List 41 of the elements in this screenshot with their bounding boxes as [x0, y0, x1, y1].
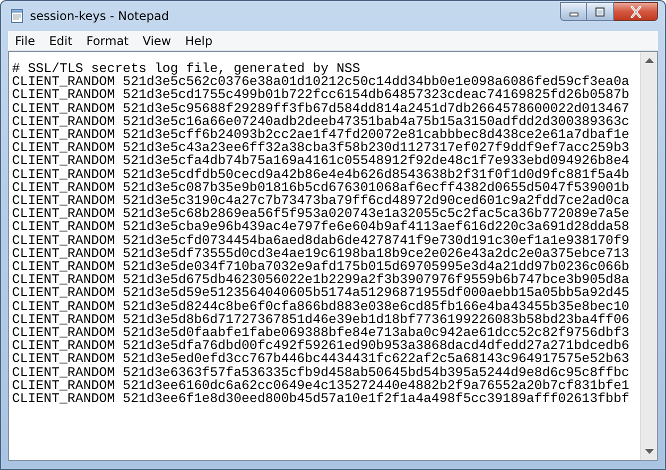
menu-item[interactable]: Help: [178, 34, 220, 48]
text-line: CLIENT_RANDOM 521d3e5cd1755c499b01b722fcc6154db64857323cdeac74169825fd26b0587b: [12, 88, 630, 102]
text-line: CLIENT_RANDOM 521d3e5d675db4623056022e1b2299a2f3b3907976f9559b6b747bce3b905d8a: [12, 273, 630, 286]
text-line: CLIENT_RANDOM 521d3e5cdfdb50cecd9a42b86e4e4b626d8543638b2f31f0f1d0d9fc881f5a4b: [12, 168, 630, 181]
vertical-scrollbar[interactable]: [640, 52, 657, 460]
text-line: CLIENT_RANDOM 521d3e5c562c0376e38a01d10212c50c14dd34bb0e1e098a6086fed59cf3ea0a: [12, 75, 630, 88]
notepad-icon: [9, 8, 25, 24]
close-button[interactable]: [614, 2, 658, 21]
text-line: CLIENT_RANDOM 521d3e5c43a23ee6ff32a38cba3f58b230d1127317ef027f9ddf9ef7acc259b3: [12, 141, 630, 154]
text-line: CLIENT_RANDOM 521d3e5cfa4db74b75a169a4161c05548912f92de48c1f7e933ebd094926b8e4: [12, 154, 630, 168]
scroll-down-icon[interactable]: [644, 449, 654, 455]
text-line: CLIENT_RANDOM 521d3e5c3190c4a27c7b73473ba79ff6cd48972d90ced601c9a2fdd7ce2ad0ca: [12, 194, 630, 208]
scroll-up-icon[interactable]: [644, 57, 654, 63]
text-line: CLIENT_RANDOM 521d3e5d8b6d71727367851d46e39eb1d18bf7736199226083b58bd23ba4ff06: [12, 312, 630, 326]
text-line: CLIENT_RANDOM 521d3e6363f57fa536335cfb9d458ab50645bd54b395a5244d9e8d6c95c8ffbc: [12, 366, 630, 379]
maximize-button[interactable]: [587, 2, 614, 21]
menu-item[interactable]: Edit: [42, 34, 80, 48]
text-line: CLIENT_RANDOM 521d3e5c95688f29289ff3fb67d584dd814a2451d7db2664578600022d013467: [12, 102, 630, 115]
text-line: CLIENT_RANDOM 521d3e5cff6b24093b2cc2ae1f47fd20072e81cabbbec8d438ce2e61a7dbaf1e: [12, 128, 630, 142]
menu-item[interactable]: View: [136, 34, 178, 48]
text-line: CLIENT_RANDOM 521d3e5d8244c8be6f0cfa866bd883e038e6cd85fb166e4ba43455b35e8bec10: [12, 300, 630, 313]
text-line: CLIENT_RANDOM 521d3ee6f1e8d30eed800b45d57a10e1f2f1a4a498f5cc39189afff02613fbbf: [12, 392, 630, 406]
minimize-button[interactable]: [560, 2, 587, 21]
text-line: CLIENT_RANDOM 521d3e5cba9e96b439ac4e797fe6e604b9af4113aef616d220c3a691d28dda58: [12, 220, 630, 234]
menu-item[interactable]: File: [8, 34, 42, 48]
text-line: CLIENT_RANDOM 521d3e5d59e5123564040605b5174a51296871955df000aebb15a05bb5a92d45: [12, 286, 630, 300]
text-line: CLIENT_RANDOM 521d3e5cfd0734454ba6aed8dab6de4278741f9e730d191c30ef1a1e938170f9: [12, 234, 630, 247]
text-line: CLIENT_RANDOM 521d3ee6160dc6a62cc0649e4c135272440e4882b2f9a76552a20b7cf831bfe1: [12, 378, 630, 392]
window-title: session-keys - Notepad: [30, 9, 169, 23]
text-line: CLIENT_RANDOM 521d3e5c087b35e9b01816b5cd676301068af6ecff4382d0655d5047f539001b: [12, 180, 630, 194]
text-line: CLIENT_RANDOM 521d3e5dfa76dbd00fc492f59261ed90b953a3868dacd4dfedd27a271bdcedb6: [12, 339, 630, 352]
text-line: CLIENT_RANDOM 521d3e5ed0efd3cc767b446bc4434431fc622af2c5a68143c964917575e52b63: [12, 352, 630, 366]
menu-item[interactable]: Format: [79, 34, 136, 48]
text-line: # SSL/TLS secrets log file, generated by NSS: [12, 62, 360, 76]
text-line: CLIENT_RANDOM 521d3e5c16a66e07240adb2deeb47351bab4a75b15a3150adfdd2d300389363c: [12, 114, 630, 128]
text-line: CLIENT_RANDOM 521d3e5de034f710ba7032e9afd175b015d69705995e3d4a21dd97b0236c066b: [12, 260, 630, 274]
maximize-icon: [594, 6, 606, 16]
close-icon: [628, 6, 642, 18]
text-line: CLIENT_RANDOM 521d3e5df73555d0cd3e4ae19c6198ba18b9ce2e026e43a2dc2e0a375ebce713: [12, 246, 630, 260]
text-line: CLIENT_RANDOM 521d3e5d0faabfe1fabe069388bfe84e713aba0c942ae61dcc52c82f9756dbf3: [12, 326, 630, 340]
text-line: CLIENT_RANDOM 521d3e5c68b2869ea56f5f953a020743e1a32055c5c2fac5ca36b772089e7a5e: [12, 207, 630, 220]
